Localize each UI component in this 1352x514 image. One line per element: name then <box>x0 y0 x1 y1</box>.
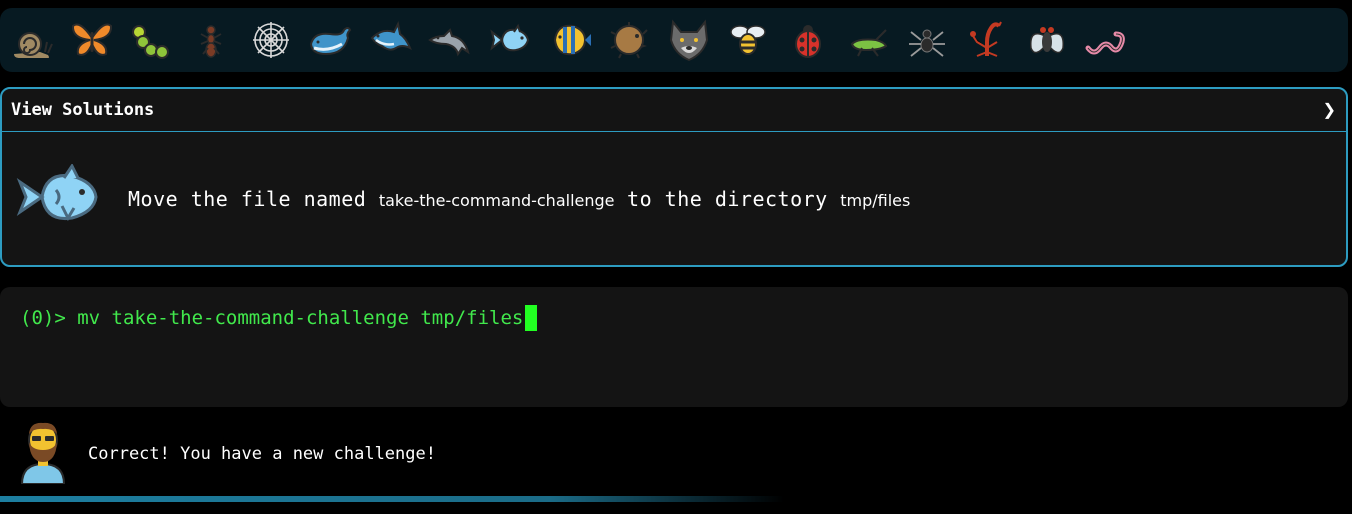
progress-bar <box>0 496 1352 502</box>
fish-icon[interactable] <box>486 16 534 64</box>
shark-icon[interactable] <box>366 16 414 64</box>
tropical-fish-icon[interactable] <box>545 16 593 64</box>
terminal-cursor <box>525 305 538 331</box>
page: View Solutions ❯ Move the file named tak… <box>0 0 1352 514</box>
spider-icon[interactable] <box>903 16 951 64</box>
view-solutions-toggle[interactable]: View Solutions ❯ <box>2 89 1346 132</box>
chevron-right-icon[interactable]: ❯ <box>1323 98 1336 123</box>
fish-icon <box>16 162 100 234</box>
bearded-man-icon <box>18 420 68 488</box>
challenge-directory: tmp/files <box>840 190 911 210</box>
snail-icon[interactable] <box>8 16 56 64</box>
terminal-input-line[interactable]: (0)> mv take-the-command-challenge tmp/f… <box>20 305 1328 331</box>
challenge-body: Move the file named take-the-command-cha… <box>2 132 1346 265</box>
spider-web-icon[interactable] <box>247 16 295 64</box>
terminal-prompt: (0)> <box>20 307 78 329</box>
challenge-text-part: Move the file named <box>128 186 367 211</box>
terminal-command[interactable]: mv take-the-command-challenge tmp/files <box>77 307 523 329</box>
bee-icon[interactable] <box>724 16 772 64</box>
caterpillar-icon[interactable] <box>127 16 175 64</box>
feedback-message: Correct! You have a new challenge! <box>88 444 436 464</box>
scorpion-icon[interactable] <box>963 16 1011 64</box>
ladybug-icon[interactable] <box>784 16 832 64</box>
panel-title: View Solutions <box>11 100 155 120</box>
dolphin-icon[interactable] <box>426 16 474 64</box>
wolf-icon[interactable] <box>665 16 713 64</box>
ant-icon[interactable] <box>187 16 235 64</box>
cricket-icon[interactable] <box>844 16 892 64</box>
level-icon-bar <box>0 8 1348 72</box>
fly-icon[interactable] <box>1023 16 1071 64</box>
feedback-message-row: Correct! You have a new challenge! <box>18 420 436 488</box>
terminal[interactable]: (0)> mv take-the-command-challenge tmp/f… <box>0 287 1348 407</box>
progress-bar-fill <box>0 496 785 502</box>
challenge-text-part: to the directory <box>627 186 828 211</box>
worm-icon[interactable] <box>1082 16 1130 64</box>
challenge-description: Move the file named take-the-command-cha… <box>128 187 910 211</box>
challenge-filename: take-the-command-challenge <box>378 190 615 210</box>
whale-icon[interactable] <box>306 16 354 64</box>
blowfish-icon[interactable] <box>605 16 653 64</box>
challenge-panel: View Solutions ❯ Move the file named tak… <box>0 87 1348 267</box>
butterfly-icon[interactable] <box>68 16 116 64</box>
